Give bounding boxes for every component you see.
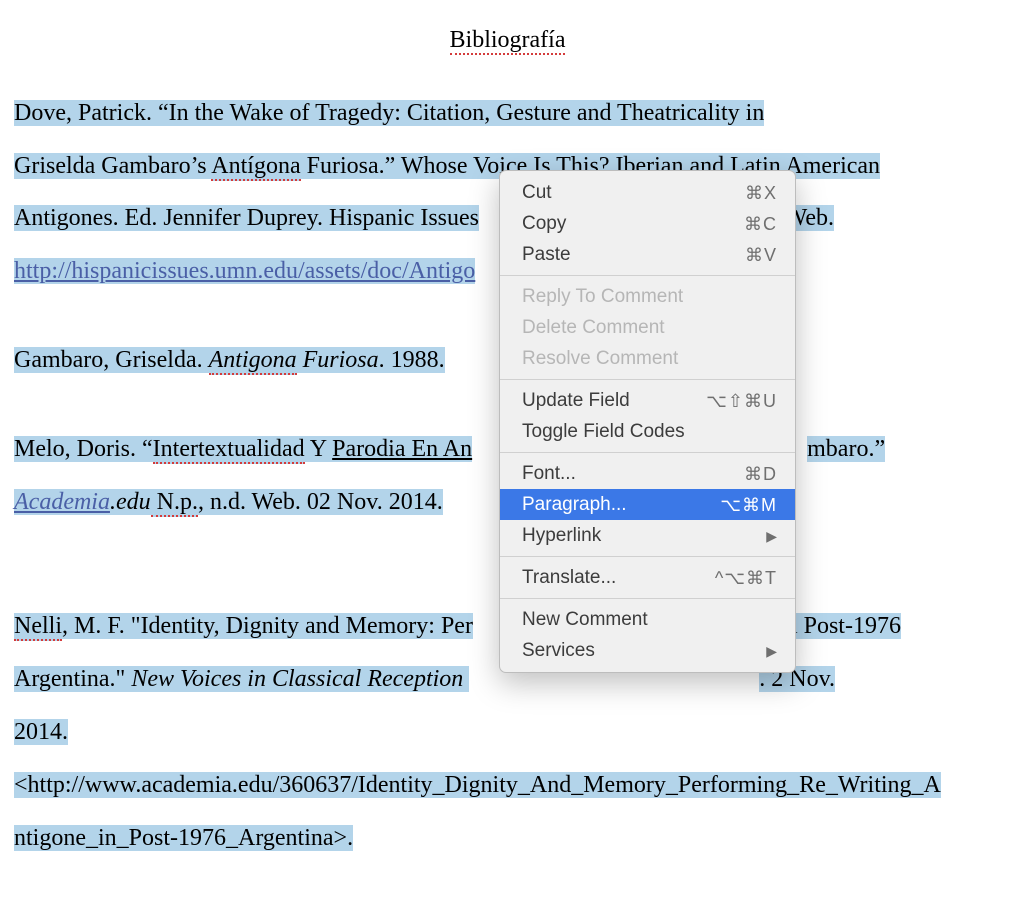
chevron-right-icon: ▶: [766, 644, 777, 658]
menu-item-update-field[interactable]: Update Field ⌥⇧⌘U: [500, 385, 795, 416]
menu-shortcut: ⌘C: [744, 215, 777, 233]
misspelling: Nelli: [14, 613, 62, 641]
menu-separator: [500, 452, 795, 453]
bib-entry-dove: Dove, Patrick. “In the Wake of Tragedy: …: [14, 87, 1001, 140]
menu-item-delete-comment: Delete Comment: [500, 312, 795, 343]
menu-label: Paste: [522, 245, 571, 264]
menu-shortcut: ⌘D: [744, 465, 777, 483]
menu-separator: [500, 598, 795, 599]
text: Melo, Doris. “: [14, 436, 153, 462]
menu-item-reply-comment: Reply To Comment: [500, 281, 795, 312]
text: Gambaro, Griselda.: [14, 347, 209, 373]
document-page: Bibliografía Dove, Patrick. “In the Wake…: [0, 0, 1015, 904]
menu-shortcut: ⌥⇧⌘U: [706, 392, 777, 410]
menu-item-services[interactable]: Services ▶: [500, 635, 795, 666]
menu-label: Toggle Field Codes: [522, 422, 685, 441]
text: Y: [305, 436, 333, 462]
menu-label: Copy: [522, 214, 566, 233]
text: Dove, Patrick. “In the Wake of Tragedy: …: [14, 100, 764, 126]
text: . 1988.: [379, 347, 445, 373]
text: mbaro.”: [807, 436, 885, 462]
menu-shortcut: ⌘V: [745, 246, 777, 264]
text: Parodia En An: [332, 436, 472, 462]
text: ntigone_in_Post-1976_Argentina>.: [14, 825, 353, 851]
page-title: Bibliografía: [14, 14, 1001, 67]
menu-label: Resolve Comment: [522, 349, 678, 368]
text: <http://www.academia.edu/360637/Identity…: [14, 772, 941, 798]
menu-label: Update Field: [522, 391, 630, 410]
menu-item-copy[interactable]: Copy ⌘C: [500, 208, 795, 239]
bib-entry-nelli-line4: <http://www.academia.edu/360637/Identity…: [14, 759, 1001, 812]
hyperlink[interactable]: http://hispanicissues.umn.edu/assets/doc…: [14, 258, 475, 284]
menu-label: Cut: [522, 183, 552, 202]
menu-item-paste[interactable]: Paste ⌘V: [500, 239, 795, 270]
bib-entry-nelli-line3: 2014.: [14, 706, 1001, 759]
menu-shortcut: ^⌥⌘T: [715, 569, 777, 587]
text: Antigones. Ed. Jennifer Duprey. Hispanic…: [14, 205, 479, 231]
menu-item-toggle-field-codes[interactable]: Toggle Field Codes: [500, 416, 795, 447]
menu-label: Reply To Comment: [522, 287, 683, 306]
menu-label: Paragraph...: [522, 495, 627, 514]
menu-shortcut: ⌥⌘M: [720, 496, 777, 514]
text: .edu: [110, 489, 151, 515]
title-text: Bibliografía: [450, 27, 566, 55]
menu-separator: [500, 379, 795, 380]
menu-separator: [500, 275, 795, 276]
menu-shortcut: ⌘X: [745, 184, 777, 202]
hyperlink[interactable]: Academia: [14, 489, 110, 515]
text: Argentina.": [14, 666, 131, 692]
text: New Voices in Classical Reception: [131, 666, 469, 692]
menu-item-hyperlink[interactable]: Hyperlink ▶: [500, 520, 795, 551]
menu-label: Translate...: [522, 568, 616, 587]
menu-label: New Comment: [522, 610, 648, 629]
misspelling: Intertextualidad: [153, 436, 305, 464]
menu-label: Delete Comment: [522, 318, 665, 337]
misspelling: Antígona: [211, 153, 300, 181]
text: Griselda Gambaro’s: [14, 153, 211, 179]
misspelling: Antigona: [209, 347, 297, 375]
menu-label: Services: [522, 641, 595, 660]
menu-item-paragraph[interactable]: Paragraph... ⌥⌘M: [500, 489, 795, 520]
text: , M. F. "Identity, Dignity and Memory: P…: [62, 613, 473, 639]
menu-item-new-comment[interactable]: New Comment: [500, 604, 795, 635]
text: 2014.: [14, 719, 68, 745]
text: Furiosa: [297, 347, 379, 373]
menu-item-translate[interactable]: Translate... ^⌥⌘T: [500, 562, 795, 593]
context-menu: Cut ⌘X Copy ⌘C Paste ⌘V Reply To Comment…: [499, 170, 796, 673]
menu-label: Hyperlink: [522, 526, 601, 545]
misspelling: N.p.: [151, 489, 198, 517]
chevron-right-icon: ▶: [766, 529, 777, 543]
menu-separator: [500, 556, 795, 557]
menu-label: Font...: [522, 464, 576, 483]
text: , n.d. Web. 02 Nov. 2014.: [198, 489, 443, 515]
menu-item-resolve-comment: Resolve Comment: [500, 343, 795, 374]
bib-entry-nelli-line5: ntigone_in_Post-1976_Argentina>.: [14, 812, 1001, 865]
menu-item-font[interactable]: Font... ⌘D: [500, 458, 795, 489]
menu-item-cut[interactable]: Cut ⌘X: [500, 177, 795, 208]
